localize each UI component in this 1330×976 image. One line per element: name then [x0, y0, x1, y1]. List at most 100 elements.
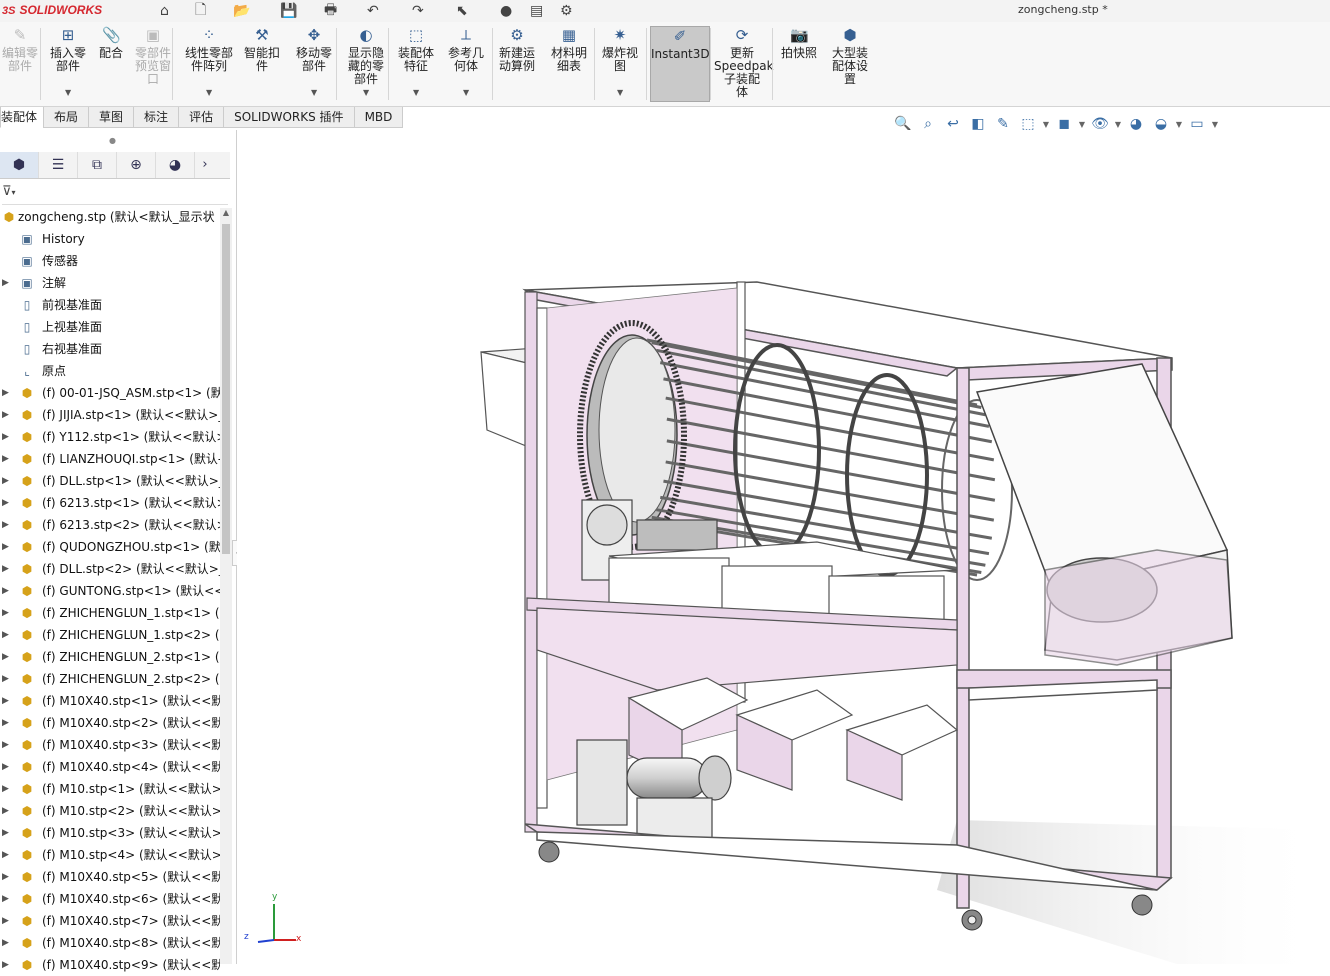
expand-arrow-icon[interactable]: ▶ — [2, 426, 9, 448]
expand-arrow-icon[interactable]: ▶ — [2, 668, 9, 690]
reference-geometry-button[interactable]: ⟂ 参考几 何体 — [444, 26, 488, 73]
insert-component-button[interactable]: ⊞ 插入零 部件 — [46, 26, 90, 73]
large-assembly-button[interactable]: ⬢ 大型装 配体设 置 — [826, 26, 874, 86]
expand-arrow-icon[interactable]: ▶ — [2, 514, 9, 536]
chevron-down-icon[interactable]: ▼ — [1042, 120, 1050, 129]
tree-item[interactable]: ▣ 传感器 — [0, 250, 220, 272]
expand-arrow-icon[interactable]: ▶ — [2, 844, 9, 866]
linear-pattern-button[interactable]: ⁘ 线性零部 件阵列 — [180, 26, 238, 73]
tree-item[interactable]: ▶ ⬢ (f) ZHICHENGLUN_1.stp<2> (默 — [0, 624, 220, 646]
filter-icon[interactable]: ⊽ — [2, 184, 12, 199]
expand-arrow-icon[interactable]: ▶ — [2, 734, 9, 756]
panel-grip-icon[interactable]: ● — [109, 136, 116, 145]
options-icon[interactable]: ⚙ — [560, 2, 573, 20]
expand-arrow-icon[interactable]: ▶ — [2, 470, 9, 492]
select-icon[interactable]: ⬉ — [456, 2, 468, 20]
expand-arrow-icon[interactable]: ▶ — [2, 800, 9, 822]
tree-item[interactable]: ▶ ⬢ (f) ZHICHENGLUN_2.stp<2> (默 — [0, 668, 220, 690]
chevron-down-icon[interactable]: ▼ — [617, 88, 623, 97]
expand-arrow-icon[interactable]: ▶ — [2, 932, 9, 954]
tree-item[interactable]: ▣ History — [0, 228, 220, 250]
expand-arrow-icon[interactable]: ▶ — [2, 822, 9, 844]
expand-arrow-icon[interactable]: ▶ — [2, 624, 9, 646]
assembly-model[interactable] — [237, 130, 1330, 964]
expand-arrow-icon[interactable]: ▶ — [2, 536, 9, 558]
tree-item[interactable]: ▶ ⬢ (f) JIJIA.stp<1> (默认<<默认>_ — [0, 404, 220, 426]
tree-item[interactable]: ▶ ▣ 注解 — [0, 272, 220, 294]
mate-button[interactable]: 📎 配合 — [94, 26, 128, 60]
expand-arrow-icon[interactable]: ▶ — [2, 866, 9, 888]
tab-4[interactable]: 评估 — [178, 107, 225, 128]
smart-fastener-button[interactable]: ⚒ 智能扣 件 — [240, 26, 284, 73]
new-document-icon[interactable]: 🗋 — [195, 2, 206, 20]
print-icon[interactable]: 🖶 — [324, 2, 337, 20]
save-icon[interactable]: 💾 — [280, 2, 297, 20]
tree-root-assembly[interactable]: ⬢ zongcheng.stp (默认<默认_显示状 — [0, 206, 220, 228]
tree-item[interactable]: ▶ ⬢ (f) 00-01-JSQ_ASM.stp<1> (默 — [0, 382, 220, 404]
chevron-down-icon[interactable]: ▼ — [1175, 120, 1183, 129]
chevron-right-icon[interactable]: › — [195, 152, 215, 178]
chevron-down-icon[interactable]: ▼ — [463, 88, 469, 97]
file-properties-icon[interactable]: ▤ — [530, 2, 543, 20]
expand-arrow-icon[interactable]: ▶ — [2, 712, 9, 734]
graphics-area[interactable] — [237, 130, 1330, 964]
tab-3[interactable]: 标注 — [133, 107, 180, 128]
tab-5[interactable]: SOLIDWORKS 插件 — [223, 107, 355, 128]
exploded-view-button[interactable]: ✷ 爆炸视 图 — [598, 26, 642, 73]
move-component-button[interactable]: ✥ 移动零 部件 — [290, 26, 338, 73]
tree-item[interactable]: ▶ ⬢ (f) M10.stp<1> (默认<<默认>_ — [0, 778, 220, 800]
tree-item[interactable]: ▯ 前视基准面 — [0, 294, 220, 316]
tree-item[interactable]: ▶ ⬢ (f) GUNTONG.stp<1> (默认<< — [0, 580, 220, 602]
tree-item[interactable]: ▯ 右视基准面 — [0, 338, 220, 360]
expand-arrow-icon[interactable]: ▶ — [2, 778, 9, 800]
rebuild-icon[interactable]: ● — [500, 2, 512, 20]
new-motion-study-button[interactable]: ⚙ 新建运 动算例 — [494, 26, 540, 73]
chevron-down-icon[interactable]: ▼ — [65, 88, 71, 97]
scroll-up-icon[interactable]: ▲ — [220, 208, 232, 217]
expand-arrow-icon[interactable]: ▶ — [2, 888, 9, 910]
expand-arrow-icon[interactable]: ▶ — [2, 382, 9, 404]
undo-icon[interactable]: ↶ — [367, 2, 379, 20]
dimxpert-manager-tab[interactable]: ⊕ — [117, 152, 156, 178]
tree-item[interactable]: ⌞ 原点 — [0, 360, 220, 382]
tree-item[interactable]: ▶ ⬢ (f) M10X40.stp<5> (默认<<默 — [0, 866, 220, 888]
tree-item[interactable]: ▶ ⬢ (f) M10.stp<2> (默认<<默认>_ — [0, 800, 220, 822]
tree-item[interactable]: ▶ ⬢ (f) M10X40.stp<8> (默认<<默 — [0, 932, 220, 954]
tree-item[interactable]: ▶ ⬢ (f) LIANZHOUQI.stp<1> (默认- — [0, 448, 220, 470]
tree-item[interactable]: ▶ ⬢ (f) ZHICHENGLUN_2.stp<1> (默 — [0, 646, 220, 668]
tree-item[interactable]: ▶ ⬢ (f) M10X40.stp<4> (默认<<默 — [0, 756, 220, 778]
property-manager-tab[interactable]: ☰ — [39, 152, 78, 178]
expand-arrow-icon[interactable]: ▶ — [2, 954, 9, 976]
tab-2[interactable]: 草图 — [88, 107, 135, 128]
expand-arrow-icon[interactable]: ▶ — [2, 492, 9, 514]
chevron-down-icon[interactable]: ▼ — [311, 88, 317, 97]
tree-item[interactable]: ▶ ⬢ (f) M10X40.stp<6> (默认<<默 — [0, 888, 220, 910]
expand-arrow-icon[interactable]: ▶ — [2, 580, 9, 602]
scrollbar-thumb[interactable] — [222, 224, 230, 554]
solidworks-logo[interactable]: 3S SOLIDWORKS — [2, 3, 102, 17]
expand-arrow-icon[interactable]: ▶ — [2, 646, 9, 668]
update-speedpak-button[interactable]: ⟳ 更新 Speedpak 子装配 体 — [714, 26, 774, 99]
bill-of-materials-button[interactable]: ▦ 材料明 细表 — [546, 26, 592, 73]
edit-component-button[interactable]: ✎ 编辑零 部件 — [2, 26, 38, 73]
chevron-down-icon[interactable]: ▼ — [206, 88, 212, 97]
expand-arrow-icon[interactable]: ▶ — [2, 690, 9, 712]
tree-item[interactable]: ▶ ⬢ (f) QUDONGZHOU.stp<1> (默 — [0, 536, 220, 558]
open-icon[interactable]: 📂 — [233, 2, 250, 20]
expand-arrow-icon[interactable]: ▶ — [2, 602, 9, 624]
chevron-down-icon[interactable]: ▼ — [363, 88, 369, 97]
chevron-down-icon[interactable]: ▾ — [12, 188, 16, 197]
tree-item[interactable]: ▶ ⬢ (f) DLL.stp<2> (默认<<默认>_5 — [0, 558, 220, 580]
tree-item[interactable]: ▶ ⬢ (f) M10X40.stp<2> (默认<<默 — [0, 712, 220, 734]
expand-arrow-icon[interactable]: ▶ — [2, 272, 9, 294]
chevron-down-icon[interactable]: ▼ — [413, 88, 419, 97]
tree-scrollbar[interactable]: ▲ — [220, 208, 232, 964]
tab-0[interactable]: 装配体 — [0, 107, 45, 128]
home-icon[interactable]: ⌂ — [160, 2, 169, 20]
tree-item[interactable]: ▶ ⬢ (f) ZHICHENGLUN_1.stp<1> (默 — [0, 602, 220, 624]
chevron-down-icon[interactable]: ▼ — [1114, 120, 1122, 129]
tree-item[interactable]: ▶ ⬢ (f) M10X40.stp<9> (默认<<默 — [0, 954, 220, 976]
tree-item[interactable]: ▶ ⬢ (f) M10.stp<4> (默认<<默认>_ — [0, 844, 220, 866]
chevron-down-icon[interactable]: ▼ — [1078, 120, 1086, 129]
instant3d-button[interactable]: ✐ Instant3D — [650, 26, 710, 102]
